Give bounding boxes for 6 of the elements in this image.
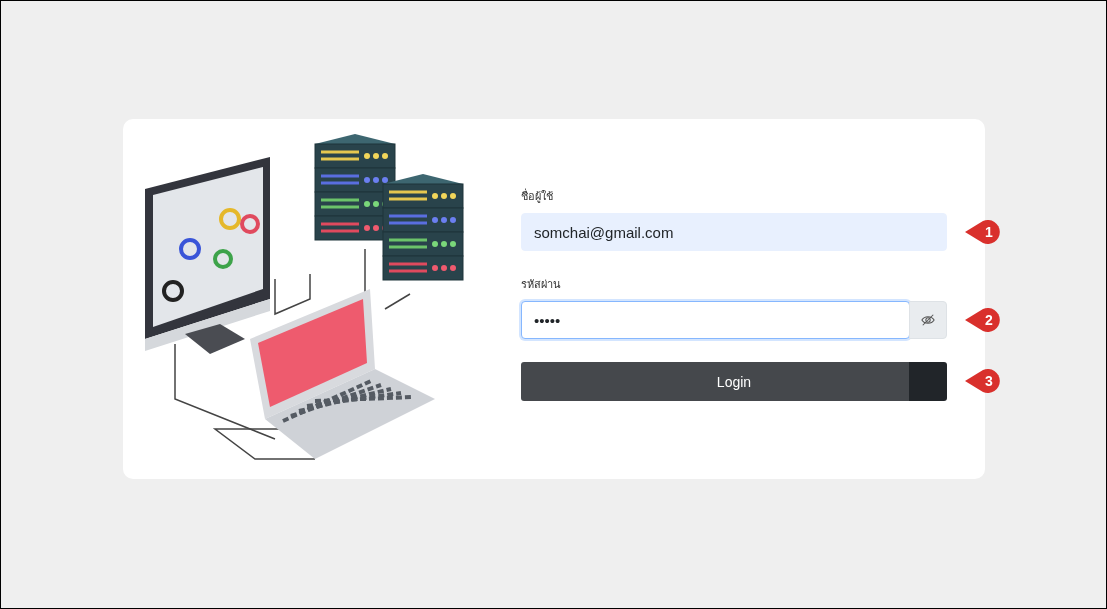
password-field[interactable]: ••••• <box>521 301 910 339</box>
username-field[interactable]: somchai@gmail.com <box>521 213 947 251</box>
password-label: รหัสผ่าน <box>521 277 562 293</box>
login-button[interactable]: Login <box>521 362 947 401</box>
hide-password-icon[interactable] <box>909 301 947 339</box>
username-label: ชื่อผู้ใช้ <box>521 187 554 205</box>
